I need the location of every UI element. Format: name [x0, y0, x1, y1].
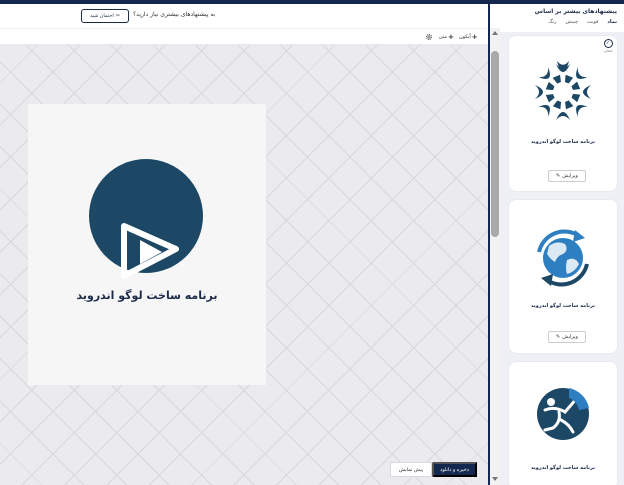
add-text-label: متن — [439, 34, 447, 40]
suggestion-tabs: نماد فونت چینش رنگ — [548, 19, 617, 25]
play-with-bubbles-icon — [89, 159, 203, 279]
suggestion-card-name: برنامه ساخت لوگو اندروید — [530, 303, 596, 309]
edit-button-label: ویرایش — [562, 334, 578, 340]
plus-icon: + — [471, 33, 478, 41]
add-icon-button[interactable]: + آیکون — [459, 33, 478, 41]
preview-button[interactable]: پیش نمایش — [390, 462, 432, 477]
star-burst-icon — [535, 61, 591, 120]
save-download-button[interactable]: ذخیره و دانلود — [432, 462, 477, 477]
plus-icon: + — [448, 33, 454, 41]
scrollbar-thumb[interactable] — [491, 51, 499, 237]
verify-button-label: احتمان شید — [90, 13, 114, 19]
suggestion-card[interactable]: برنامه ساخت لوگو اندروید ویرایش ✎ — [509, 200, 617, 353]
settings-gear[interactable] — [425, 33, 433, 41]
scroll-up-arrow-icon[interactable] — [492, 31, 498, 35]
scroll-down-arrow-icon[interactable] — [492, 477, 498, 481]
edit-button-label: ویرایش — [562, 173, 578, 179]
tab-symbol[interactable]: نماد — [607, 19, 617, 25]
add-icon-label: آیکون — [459, 34, 471, 40]
suggestions-panel-header: پیشنهادهای بیشتر بر اساس نماد فونت چینش … — [500, 4, 624, 32]
add-text-button[interactable]: + متن — [439, 33, 454, 41]
tab-color[interactable]: رنگ — [548, 19, 556, 25]
runner-icon — [537, 388, 589, 440]
suggestion-card[interactable]: برنامه ساخت لوگو اندروید — [509, 362, 617, 485]
editor-toolbar: + متن + آیکون — [0, 28, 488, 45]
suggestions-panel-title: پیشنهادهای بیشتر بر اساس — [534, 8, 617, 15]
suggestion-card-name: برنامه ساخت لوگو اندروید — [530, 139, 596, 145]
verify-button[interactable]: ✂ احتمان شید — [81, 9, 129, 23]
logo-brand-text[interactable]: برنامه ساخت لوگو اندروید — [28, 289, 266, 302]
suggestions-panel: پیشنهادهای بیشتر بر اساس نماد فونت چینش … — [500, 4, 624, 485]
tab-font[interactable]: فونت — [587, 19, 598, 25]
logo-artboard[interactable]: برنامه ساخت لوگو اندروید — [28, 104, 266, 385]
edit-button[interactable]: ویرایش ✎ — [548, 331, 586, 343]
tab-layout[interactable]: چینش — [566, 19, 578, 25]
edit-button[interactable]: ویرایش ✎ — [548, 170, 586, 182]
gear-icon — [426, 34, 432, 40]
globe-arrows-icon — [537, 229, 589, 287]
pencil-icon: ✎ — [556, 173, 561, 179]
top-bar: ✂ احتمان شید به پیشنهادهای بیشتری نیاز د… — [0, 4, 488, 28]
more-suggestions-prompt: به پیشنهادهای بیشتری نیاز دارید؟ — [133, 11, 216, 18]
magic-wand-icon: ✂ — [115, 13, 120, 19]
suggestion-card[interactable]: ✓ انتخابی برنامه ساخت لوگو اندروید ویرای… — [509, 36, 617, 191]
suggestion-card-name: برنامه ساخت لوگو اندروید — [530, 465, 596, 471]
pencil-icon: ✎ — [556, 334, 561, 340]
